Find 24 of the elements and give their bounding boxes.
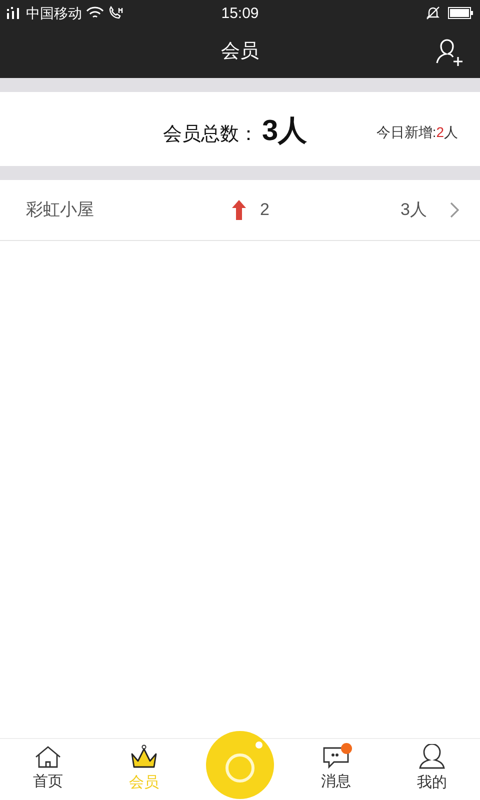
today-count: 2: [436, 123, 444, 142]
chevron-right-icon: [450, 202, 459, 218]
total-count: 3人: [262, 114, 308, 149]
today-label: 今日新增:: [376, 123, 436, 142]
status-time: 15:09: [221, 6, 259, 20]
store-row[interactable]: 彩虹小屋 2 3人: [0, 180, 480, 241]
person-icon: [418, 744, 446, 770]
nav-tab[interactable]: 我的: [384, 739, 480, 800]
carrier-name: 中国移动: [26, 6, 82, 20]
battery-icon: [448, 7, 474, 19]
wifi-icon: [86, 6, 104, 20]
member-count: 3人: [400, 199, 427, 222]
chat-icon: [322, 745, 350, 770]
nav-tab[interactable]: 消息: [288, 739, 384, 800]
today-unit: 人: [444, 123, 458, 142]
signal-icon: [6, 6, 22, 20]
nav-tab[interactable]: 首页: [0, 739, 96, 800]
crown-icon: [130, 744, 158, 770]
total-label: 会员总数：: [163, 123, 258, 147]
bell-muted-icon: [426, 6, 440, 20]
page-title: 会员: [221, 40, 259, 64]
home-icon: [34, 745, 62, 770]
store-name: 彩虹小屋: [26, 199, 94, 222]
member-change: 2: [260, 199, 270, 222]
